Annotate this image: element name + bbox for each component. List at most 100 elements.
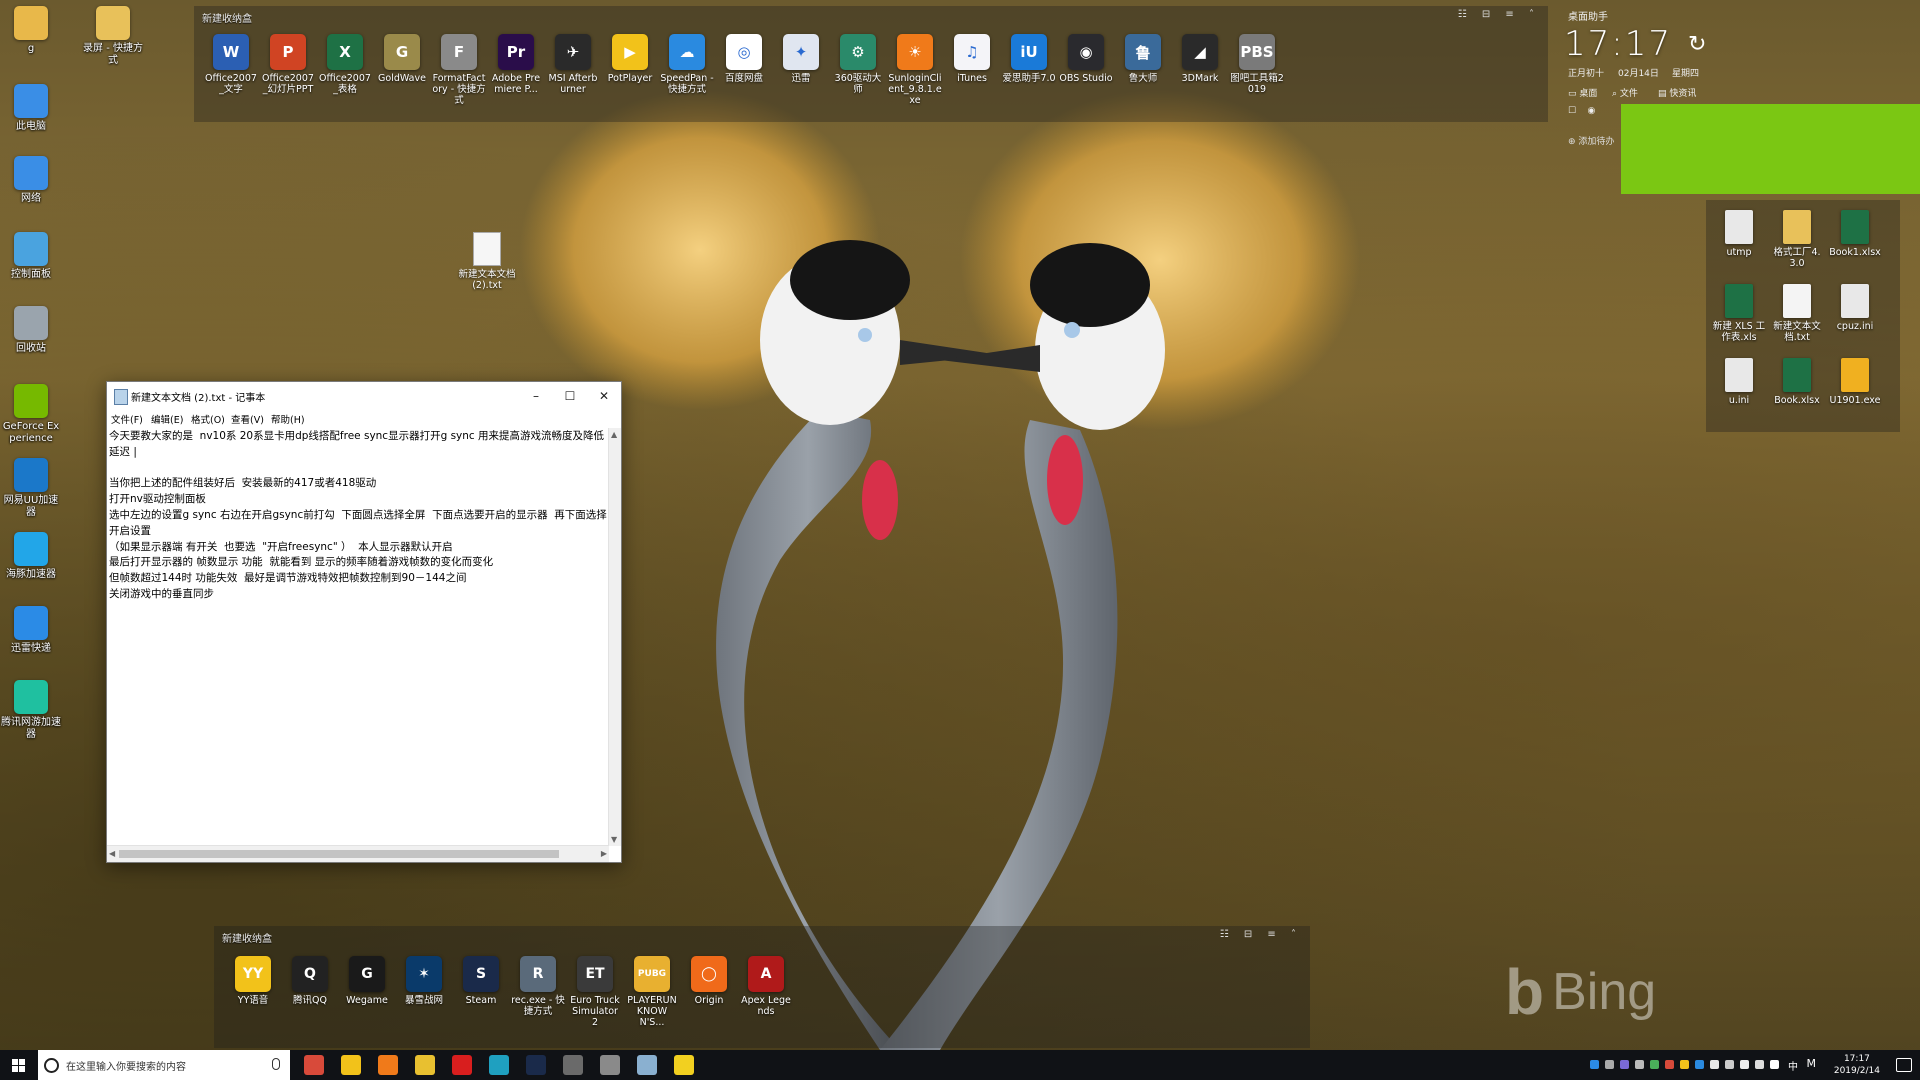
menu-file[interactable]: 文件(F): [111, 412, 143, 426]
tray-icon-0[interactable]: [1590, 1060, 1599, 1069]
right-file-5[interactable]: cpuz.ini: [1828, 284, 1882, 332]
top-fence-item-16[interactable]: 鲁鲁大师: [1116, 34, 1170, 84]
top-fence-item-17[interactable]: ◢ 3DMark: [1173, 34, 1227, 84]
top-fence-item-15[interactable]: ◉ OBS Studio: [1059, 34, 1113, 84]
top-fence-item-10[interactable]: ✦ 迅雷: [774, 34, 828, 84]
tray-icon-4[interactable]: [1650, 1060, 1659, 1069]
minimize-button[interactable]: –: [519, 382, 553, 410]
top-fence-item-3[interactable]: G GoldWave: [375, 34, 429, 84]
bottom-fence-item-7[interactable]: PUBG PLAYERUNKNOWN'S...: [625, 956, 679, 1028]
scroll-thumb[interactable]: [119, 850, 559, 858]
menu-format[interactable]: 格式(O): [191, 412, 225, 426]
taskbar-search-box[interactable]: 在这里输入你要搜索的内容: [38, 1050, 290, 1080]
right-file-0[interactable]: utmp: [1712, 210, 1766, 258]
tray-icon-8[interactable]: [1710, 1060, 1719, 1069]
tray-icon-1[interactable]: [1605, 1060, 1614, 1069]
tray-icon-10[interactable]: [1740, 1060, 1749, 1069]
desktop-icon-7[interactable]: 网易UU加速器: [0, 458, 62, 519]
widget-link-news[interactable]: ▤ 快资讯: [1658, 86, 1696, 99]
tray-icon-7[interactable]: [1695, 1060, 1704, 1069]
top-fence-item-1[interactable]: P Office2007_幻灯片PPT: [261, 34, 315, 95]
bottom-fence-item-8[interactable]: ◯ Origin: [682, 956, 736, 1006]
taskbar-app-8[interactable]: [563, 1055, 583, 1075]
desktop-icon-9[interactable]: 迅雷快递: [0, 606, 62, 655]
right-file-1[interactable]: 格式工厂4.3.0: [1770, 210, 1824, 269]
scroll-left-icon[interactable]: ◀: [109, 849, 115, 858]
top-fence-item-4[interactable]: F FormatFactory - 快捷方式: [432, 34, 486, 106]
scroll-right-icon[interactable]: ▶: [601, 849, 607, 858]
top-fence-item-12[interactable]: ☀ SunloginClient_9.8.1.exe: [888, 34, 942, 106]
bottom-fence-item-6[interactable]: ET Euro Truck Simulator 2: [568, 956, 622, 1028]
bottom-fence-item-2[interactable]: G Wegame: [340, 956, 394, 1006]
tray-clock[interactable]: 17:17 2019/2/14: [1834, 1053, 1880, 1077]
taskbar-notepad[interactable]: [637, 1055, 657, 1075]
top-fence-item-14[interactable]: iU 爱思助手7.0: [1002, 34, 1056, 84]
close-button[interactable]: ✕: [587, 382, 621, 410]
desktop-icon-8[interactable]: 海豚加速器: [0, 532, 62, 581]
top-fence-item-11[interactable]: ⚙ 360驱动大师: [831, 34, 885, 95]
desktop-icon-5[interactable]: 回收站: [0, 306, 62, 355]
right-file-4[interactable]: 新建文本文档.txt: [1770, 284, 1824, 343]
bottom-fence-item-3[interactable]: ✶ 暴雪战网: [397, 956, 451, 1006]
top-fence-item-5[interactable]: Pr Adobe Premiere P...: [489, 34, 543, 95]
top-fence-item-2[interactable]: X Office2007_表格: [318, 34, 372, 95]
notepad-titlebar[interactable]: 新建文本文档 (2).txt - 记事本 – ☐ ✕: [107, 382, 621, 410]
notepad-text-area[interactable]: 今天要教大家的是 nv10系 20系显卡用dp线搭配free sync显示器打开…: [109, 429, 609, 844]
top-fence-item-8[interactable]: ☁ SpeedPan - 快捷方式: [660, 34, 714, 95]
menu-edit[interactable]: 编辑(E): [151, 412, 183, 426]
tray-icon-5[interactable]: [1665, 1060, 1674, 1069]
horizontal-scrollbar[interactable]: ◀ ▶: [107, 845, 609, 862]
taskbar-accelerator[interactable]: [489, 1055, 509, 1075]
desktop-text-file[interactable]: 新建文本文档 (2).txt: [452, 232, 522, 291]
top-fence-item-6[interactable]: ✈ MSI Afterburner: [546, 34, 600, 95]
add-todo-button[interactable]: ⊕ 添加待办: [1568, 134, 1614, 147]
input-mode-icon[interactable]: M: [1807, 1057, 1817, 1070]
maximize-button[interactable]: ☐: [553, 382, 587, 410]
desktop-icon-2[interactable]: 此电脑: [0, 84, 62, 133]
fence-controls[interactable]: ☷ ⊟ ≡ ˄: [1458, 9, 1540, 20]
bottom-fence-item-9[interactable]: A Apex Legends: [739, 956, 793, 1017]
tray-icon-3[interactable]: [1635, 1060, 1644, 1069]
tray-icon-11[interactable]: [1755, 1060, 1764, 1069]
bottom-fence-item-5[interactable]: Rrec.exe - 快捷方式: [511, 956, 565, 1017]
tray-icon-6[interactable]: [1680, 1060, 1689, 1069]
vertical-scrollbar[interactable]: ▲ ▼: [608, 428, 621, 846]
taskbar-app-9[interactable]: [600, 1055, 620, 1075]
scroll-up-icon[interactable]: ▲: [611, 430, 617, 439]
widget-link-desktop[interactable]: ▭ 桌面: [1568, 86, 1597, 99]
scroll-down-icon[interactable]: ▼: [611, 835, 617, 844]
desktop-icon-6[interactable]: GeForce Experience: [0, 384, 62, 445]
bottom-fence-item-1[interactable]: Q 腾讯QQ: [283, 956, 337, 1006]
desktop-icon-3[interactable]: 网络: [0, 156, 62, 205]
bottom-fence-item-4[interactable]: S Steam: [454, 956, 508, 1006]
right-file-2[interactable]: Book1.xlsx: [1828, 210, 1882, 258]
top-fence-item-9[interactable]: ◎ 百度网盘: [717, 34, 771, 84]
widget-link-files[interactable]: ⌕ 文件: [1612, 86, 1638, 99]
right-file-6[interactable]: u.ini: [1712, 358, 1766, 406]
microphone-icon[interactable]: [272, 1058, 280, 1070]
desktop-icon-4[interactable]: 控制面板: [0, 232, 62, 281]
desktop-icon-10[interactable]: 腾讯网游加速器: [0, 680, 62, 741]
taskbar-firefox[interactable]: [378, 1055, 398, 1075]
top-fence-item-7[interactable]: ▶ PotPlayer: [603, 34, 657, 84]
taskbar-explorer[interactable]: [341, 1055, 361, 1075]
top-fence-item-13[interactable]: ♫ iTunes: [945, 34, 999, 84]
ime-indicator[interactable]: 中: [1788, 1058, 1798, 1073]
tray-icon-9[interactable]: [1725, 1060, 1734, 1069]
taskbar-netease-music[interactable]: [452, 1055, 472, 1075]
taskbar-app-1[interactable]: [304, 1055, 324, 1075]
desktop-icon-0[interactable]: g: [0, 6, 62, 55]
notification-icon[interactable]: [1896, 1058, 1912, 1072]
desktop-icon-1[interactable]: 录屏 - 快捷方式: [82, 6, 144, 67]
taskbar-steam[interactable]: [526, 1055, 546, 1075]
bottom-fence-item-0[interactable]: YY YY语音: [226, 956, 280, 1006]
top-fence-item-0[interactable]: W Office2007_文字: [204, 34, 258, 95]
taskbar-sticky[interactable]: [674, 1055, 694, 1075]
refresh-icon[interactable]: ↻: [1688, 32, 1706, 57]
tray-icon-2[interactable]: [1620, 1060, 1629, 1069]
right-file-8[interactable]: U1901.exe: [1828, 358, 1882, 406]
right-file-3[interactable]: 新建 XLS 工作表.xls: [1712, 284, 1766, 343]
start-button[interactable]: [0, 1050, 36, 1080]
notepad-window[interactable]: 新建文本文档 (2).txt - 记事本 – ☐ ✕ 文件(F) 编辑(E) 格…: [106, 381, 622, 863]
widget-tools[interactable]: ☐ ◉: [1568, 106, 1595, 116]
